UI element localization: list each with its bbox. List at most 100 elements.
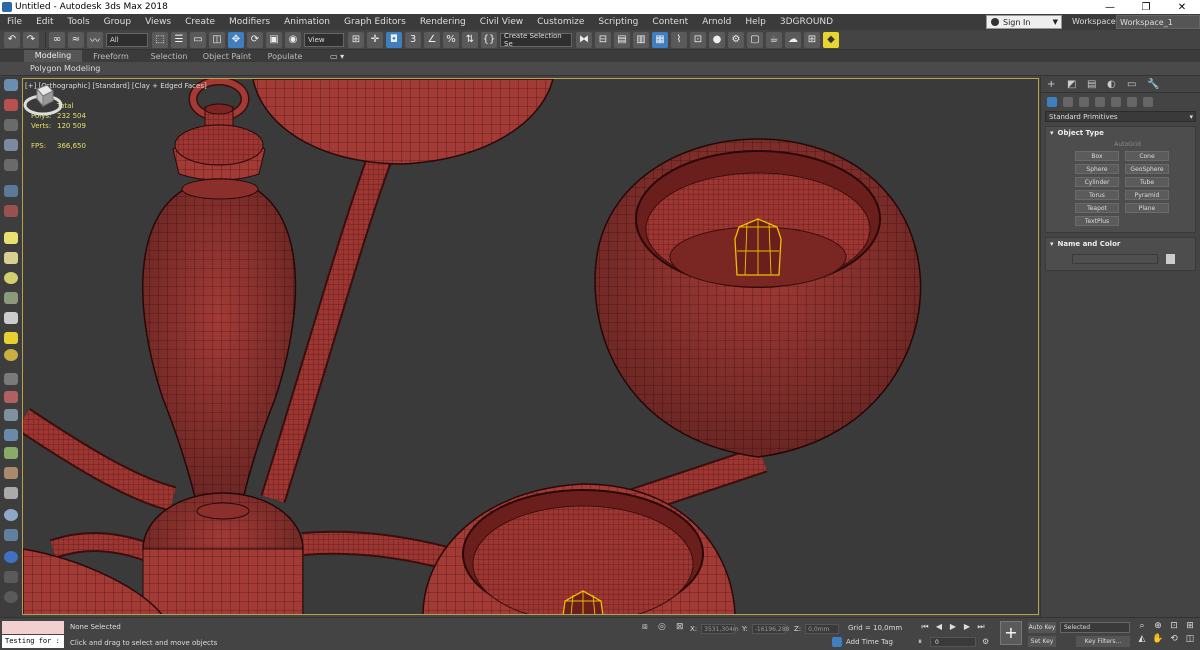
menu-arnold[interactable]: Arnold: [695, 17, 738, 27]
maxscript-mini-listener[interactable]: Testing for :: [2, 635, 64, 648]
pivot-center-icon[interactable]: ⊞: [348, 31, 364, 48]
noise-icon[interactable]: [4, 447, 18, 459]
material-sphere-icon[interactable]: [4, 509, 18, 521]
rectangle-selection-icon[interactable]: ▭: [190, 31, 206, 48]
key-mode-icon[interactable]: ⏸: [918, 637, 922, 647]
ribbon-panel-title[interactable]: Polygon Modeling: [0, 62, 1200, 76]
menu-file[interactable]: File: [0, 17, 29, 27]
cylinder-primitive-icon[interactable]: [4, 292, 18, 304]
window-crossing-icon[interactable]: ◫: [209, 31, 225, 48]
modify-icon[interactable]: [4, 99, 18, 111]
redo-icon[interactable]: ↷: [23, 31, 39, 48]
pan-icon[interactable]: ✋: [1152, 634, 1164, 645]
tab-modeling[interactable]: Modeling: [24, 50, 82, 62]
field-of-view-icon[interactable]: ◭: [1136, 634, 1148, 645]
material-editor-icon[interactable]: ●: [709, 31, 725, 48]
cylinder-button[interactable]: Cylinder: [1075, 177, 1119, 187]
geometry-icon[interactable]: [1047, 97, 1057, 107]
zoom-icon[interactable]: ⌕: [1136, 621, 1148, 632]
minimize-icon[interactable]: —: [1092, 2, 1128, 13]
play-icon[interactable]: ▶: [946, 622, 960, 632]
zoom-extents-all-icon[interactable]: ⊞: [1184, 621, 1196, 632]
spinner-snap-icon[interactable]: ⇅: [462, 31, 478, 48]
set-key-button[interactable]: Set Key: [1028, 636, 1056, 647]
teapot-button[interactable]: Teapot: [1075, 203, 1119, 213]
select-rotate-icon[interactable]: ⟳: [247, 31, 263, 48]
box-button[interactable]: Box: [1075, 151, 1119, 161]
render-icon[interactable]: [4, 551, 18, 563]
tab-selection[interactable]: Selection: [140, 52, 198, 61]
display-icon[interactable]: [4, 159, 18, 171]
undo-icon[interactable]: ↶: [4, 31, 20, 48]
snaps-toggle-icon[interactable]: 3: [405, 31, 421, 48]
orbit-icon[interactable]: ⟲: [1168, 634, 1180, 645]
current-frame-input[interactable]: 0: [930, 637, 976, 647]
add-time-tag[interactable]: Add Time Tag: [832, 637, 893, 647]
menu-3dground[interactable]: 3DGROUND: [773, 17, 840, 27]
coord-z-input[interactable]: 0,0mm: [805, 624, 840, 634]
object-color-swatch[interactable]: [1166, 254, 1175, 264]
next-frame-icon[interactable]: ▶: [960, 622, 974, 632]
primitive-category-select[interactable]: Standard Primitives ▾: [1045, 111, 1196, 122]
workspace-select[interactable]: Workspace_1: [1116, 15, 1200, 29]
uvw-icon[interactable]: [4, 529, 18, 541]
select-scale-icon[interactable]: ▣: [266, 31, 282, 48]
menu-content[interactable]: Content: [645, 17, 695, 27]
textplus-button[interactable]: TextPlus: [1075, 216, 1119, 226]
coord-x-input[interactable]: 3531,304m: [701, 624, 739, 634]
isolate-icon[interactable]: ◎: [658, 622, 666, 632]
render-setup-icon[interactable]: ⚙: [728, 31, 744, 48]
sign-in-button[interactable]: Sign In ▼: [986, 15, 1062, 29]
create-tab-icon[interactable]: +: [1047, 79, 1059, 90]
auto-key-button[interactable]: Auto Key: [1028, 622, 1056, 633]
light-icon[interactable]: [4, 205, 18, 217]
modify-tab-icon[interactable]: ◩: [1067, 79, 1079, 90]
menu-rendering[interactable]: Rendering: [413, 17, 473, 27]
zoom-extents-icon[interactable]: ⊡: [1168, 621, 1180, 632]
twist-icon[interactable]: [4, 429, 18, 441]
plane-button[interactable]: Plane: [1125, 203, 1169, 213]
ribbon-options-icon[interactable]: ▭ ▾: [330, 52, 344, 61]
taper-icon[interactable]: [4, 409, 18, 421]
menu-civil-view[interactable]: Civil View: [473, 17, 530, 27]
omni-light-icon[interactable]: [4, 349, 18, 361]
settings-icon[interactable]: [4, 571, 18, 583]
name-and-color-header[interactable]: ▾ Name and Color: [1046, 238, 1195, 250]
motion-icon[interactable]: [4, 139, 18, 151]
align-icon[interactable]: ⊟: [595, 31, 611, 48]
hierarchy-icon[interactable]: [4, 119, 18, 131]
bend-icon[interactable]: [4, 391, 18, 403]
maxscript-listener-output[interactable]: [2, 621, 64, 634]
menu-edit[interactable]: Edit: [29, 17, 60, 27]
menu-views[interactable]: Views: [138, 17, 178, 27]
time-config-icon[interactable]: ⚙: [982, 637, 989, 646]
coord-y-input[interactable]: -16196,288: [751, 624, 789, 634]
selection-filter-select[interactable]: All: [106, 32, 148, 47]
maximize-viewport-icon[interactable]: ◫: [1184, 634, 1196, 645]
ffd-icon[interactable]: [4, 373, 18, 385]
menu-tools[interactable]: Tools: [61, 17, 97, 27]
absolute-mode-icon[interactable]: ⊠: [676, 622, 684, 632]
motion-tab-icon[interactable]: ◐: [1107, 79, 1119, 90]
angle-snap-icon[interactable]: ∠: [424, 31, 440, 48]
go-to-end-icon[interactable]: ⏭: [974, 622, 988, 632]
schematic-view-icon[interactable]: ⊡: [690, 31, 706, 48]
render-in-cloud-icon[interactable]: ☁: [785, 31, 801, 48]
mirror-icon[interactable]: ⧓: [576, 31, 592, 48]
maximize-icon[interactable]: ❐: [1128, 2, 1164, 13]
display-tab-icon[interactable]: ▭: [1127, 79, 1139, 90]
select-by-name-icon[interactable]: ☰: [171, 31, 187, 48]
toggle-layer-explorer-icon[interactable]: ▥: [633, 31, 649, 48]
lights-icon[interactable]: [1079, 97, 1089, 107]
go-to-start-icon[interactable]: ⏮: [918, 622, 932, 632]
link-icon[interactable]: ∞: [49, 31, 65, 48]
menu-graph-editors[interactable]: Graph Editors: [337, 17, 413, 27]
curve-editor-icon[interactable]: ⌇: [671, 31, 687, 48]
tab-freeform[interactable]: Freeform: [82, 52, 140, 61]
previous-frame-icon[interactable]: ◀: [932, 622, 946, 632]
symmetry-icon[interactable]: [4, 487, 18, 499]
box-primitive-icon[interactable]: [4, 252, 18, 264]
helpers-icon[interactable]: [1111, 97, 1121, 107]
shell-icon[interactable]: [4, 467, 18, 479]
create-icon[interactable]: [4, 79, 18, 91]
